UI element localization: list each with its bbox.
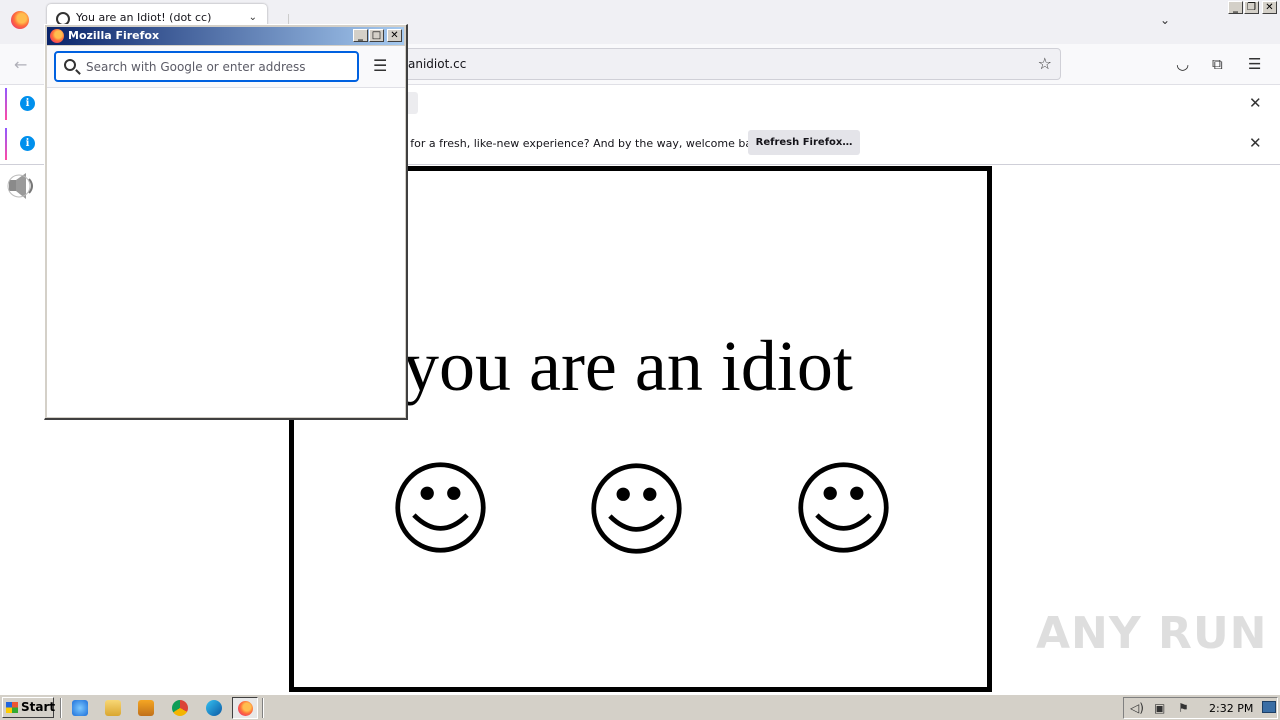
back-arrow-icon[interactable]: ← bbox=[14, 55, 27, 74]
hamburger-menu-icon[interactable]: ☰ bbox=[1248, 55, 1261, 73]
url-bar[interactable]: anidiot.cc ☆ bbox=[395, 48, 1061, 80]
pocket-icon[interactable]: ◡ bbox=[1176, 55, 1189, 73]
ie-icon[interactable] bbox=[72, 700, 88, 716]
notification-stripe bbox=[5, 128, 7, 160]
info-icon: i bbox=[20, 136, 35, 151]
url-text: anidiot.cc bbox=[408, 57, 467, 71]
taskbar-separator bbox=[60, 698, 62, 718]
popup-maximize-button[interactable]: □ bbox=[369, 29, 384, 42]
start-button[interactable]: Start bbox=[2, 697, 56, 718]
headline: you are an idiot bbox=[403, 326, 853, 406]
notification-message: o for a fresh, like-new experience? And … bbox=[400, 137, 769, 150]
search-placeholder: Search with Google or enter address bbox=[86, 60, 306, 74]
system-tray: ◁) ▣ ⚑ 2:32 PM bbox=[1123, 697, 1278, 719]
popup-search-input[interactable]: Search with Google or enter address bbox=[54, 51, 359, 82]
info-icon: i bbox=[20, 96, 35, 111]
firefox-icon bbox=[50, 29, 64, 43]
refresh-firefox-button[interactable]: Refresh Firefox… bbox=[748, 130, 860, 155]
firefox-taskbar-button[interactable] bbox=[232, 697, 258, 719]
start-label: Start bbox=[21, 700, 56, 714]
volume-icon[interactable]: ◁) bbox=[1130, 701, 1144, 715]
star-icon[interactable]: ☆ bbox=[1038, 54, 1052, 73]
anyrun-watermark: ANY RUN bbox=[1036, 608, 1268, 659]
flag-icon[interactable]: ⚑ bbox=[1178, 701, 1189, 715]
popup-body: Search with Google or enter address ☰ bbox=[47, 46, 405, 417]
popup-title: Mozilla Firefox bbox=[68, 29, 160, 42]
popup-window: Mozilla Firefox _ □ ✕ Search with Google… bbox=[44, 24, 408, 420]
popup-toolbar: Search with Google or enter address ☰ bbox=[47, 46, 405, 88]
popup-title-bar[interactable]: Mozilla Firefox _ □ ✕ bbox=[47, 27, 404, 45]
puzzle-icon[interactable]: ⧉ bbox=[1212, 55, 1223, 73]
chevron-down-icon[interactable]: ⌄ bbox=[249, 12, 257, 23]
firefox-icon bbox=[238, 701, 253, 716]
notification-stripe bbox=[5, 88, 7, 120]
show-desktop-icon[interactable] bbox=[1262, 701, 1276, 713]
minimize-button[interactable]: _ bbox=[1228, 1, 1243, 14]
smiley-icon bbox=[395, 462, 486, 553]
close-button[interactable]: ✕ bbox=[1262, 1, 1277, 14]
network-icon[interactable]: ▣ bbox=[1154, 701, 1165, 715]
speaker-icon bbox=[7, 173, 33, 199]
close-icon[interactable]: ✕ bbox=[1249, 94, 1262, 112]
windows-logo-icon bbox=[6, 702, 18, 713]
list-all-tabs-chevron-icon[interactable]: ⌄ bbox=[1160, 13, 1170, 27]
hamburger-menu-icon[interactable]: ☰ bbox=[373, 56, 387, 75]
popup-minimize-button[interactable]: _ bbox=[353, 29, 368, 42]
firefox-icon bbox=[11, 11, 29, 29]
close-icon[interactable]: ✕ bbox=[1249, 134, 1262, 152]
tab-title: You are an Idiot! (dot cc) bbox=[76, 11, 212, 24]
search-icon bbox=[64, 59, 76, 71]
media-player-icon[interactable] bbox=[138, 700, 154, 716]
smiley-icon bbox=[798, 462, 889, 553]
restore-button[interactable]: ❐ bbox=[1244, 1, 1259, 14]
taskbar: Start ◁) ▣ ⚑ 2:32 PM bbox=[0, 694, 1280, 720]
edge-icon[interactable] bbox=[206, 700, 222, 716]
popup-close-button[interactable]: ✕ bbox=[387, 29, 402, 42]
explorer-icon[interactable] bbox=[105, 700, 121, 716]
taskbar-separator bbox=[262, 698, 264, 718]
clock[interactable]: 2:32 PM bbox=[1209, 702, 1253, 715]
smiley-icon bbox=[591, 463, 682, 554]
chrome-icon[interactable] bbox=[172, 700, 188, 716]
